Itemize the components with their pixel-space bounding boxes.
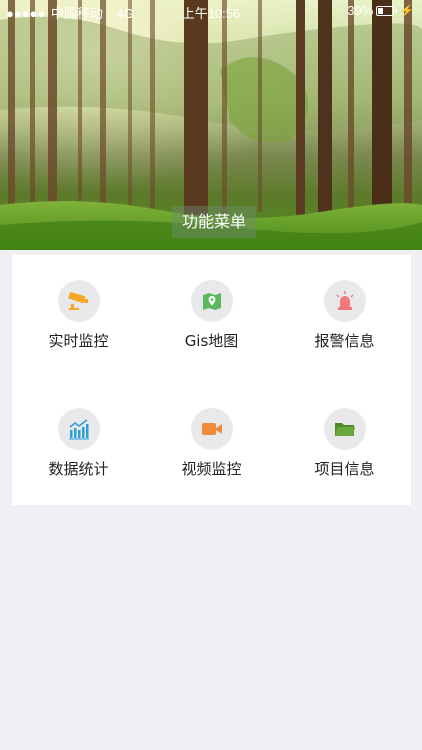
folder-icon (323, 408, 366, 450)
menu-item-gis-map[interactable]: Gis地图 (145, 255, 278, 383)
menu-item-label: 报警信息 (314, 332, 375, 350)
menu-item-label: 实时监控 (48, 332, 109, 350)
alarm-siren-icon (323, 280, 366, 322)
cctv-camera-icon (57, 280, 100, 322)
status-time: 上午10:56 (181, 6, 241, 21)
menu-item-label: Gis地图 (184, 332, 239, 350)
banner-title: 功能菜单 (172, 206, 256, 238)
menu-item-label: 视频监控 (181, 460, 242, 478)
battery-percent: 39% (347, 3, 374, 18)
status-bar: ●●●●● 中国移动 4G 上午10:56 39% ⚡ (0, 0, 422, 22)
menu-item-data-statistics[interactable]: 数据统计 (12, 383, 145, 511)
bar-chart-icon (57, 408, 100, 450)
menu-item-video-monitor[interactable]: 视频监控 (145, 383, 278, 511)
function-menu: 实时监控 Gis地图 报警信息 数据统计 视频监控 项目信息 (12, 255, 411, 505)
app-screen: ●●●●● 中国移动 4G 上午10:56 39% ⚡ 功能菜单 实时监控 Gi… (0, 0, 422, 750)
menu-item-project-info[interactable]: 项目信息 (278, 383, 411, 511)
battery-icon (376, 5, 395, 16)
menu-item-label: 项目信息 (314, 460, 375, 478)
charging-icon: ⚡ (400, 5, 414, 17)
menu-item-alarm-info[interactable]: 报警信息 (278, 255, 411, 383)
map-pin-icon (190, 280, 233, 322)
forest-banner: ●●●●● 中国移动 4G 上午10:56 39% ⚡ 功能菜单 (0, 0, 422, 250)
menu-item-realtime-monitor[interactable]: 实时监控 (12, 255, 145, 383)
menu-item-label: 数据统计 (48, 460, 109, 478)
video-camera-icon (190, 408, 233, 450)
